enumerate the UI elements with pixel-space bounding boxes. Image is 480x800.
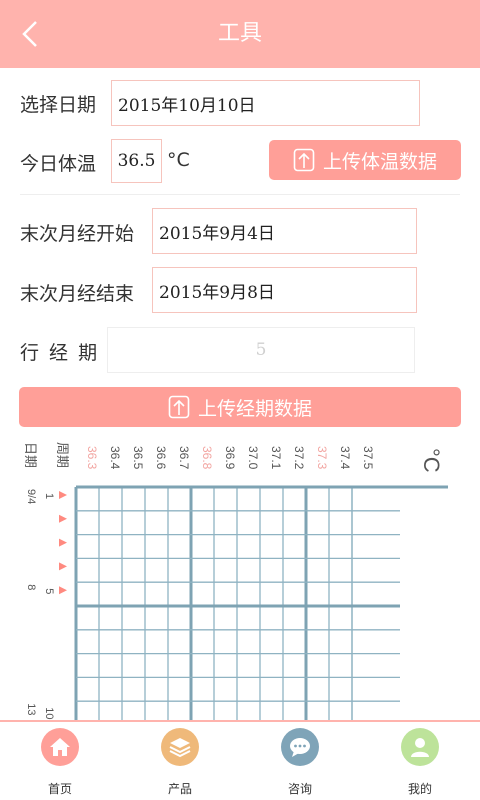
cycle-day-label: 5 (43, 588, 55, 594)
date-label: 9/4 (25, 489, 37, 504)
temp-tick-label: 36.7 (177, 446, 191, 470)
temp-tick-label: 36.8 (200, 446, 214, 470)
period-length-label: 行 经 期 (20, 342, 100, 364)
tab-consult[interactable]: 咨询 (240, 728, 360, 800)
period-marker (59, 538, 67, 547)
period-marker (59, 491, 67, 499)
period-marker (59, 562, 67, 571)
tab-home-label: 首页 (47, 782, 72, 796)
tab-mine[interactable]: 我的 (360, 728, 480, 800)
temp-tick-label: 36.4 (108, 446, 122, 470)
date-label: 选择日期 (20, 94, 97, 116)
upload-icon (293, 148, 315, 172)
temp-tick-label: 36.6 (154, 446, 168, 470)
tab-consult-label: 咨询 (287, 782, 312, 796)
temp-tick-label: 37.0 (246, 446, 260, 470)
tab-products-label: 产品 (167, 782, 192, 796)
period-marker (59, 586, 67, 595)
temp-label: 今日体温 (20, 153, 97, 175)
temp-tick-label: 37.1 (269, 446, 283, 470)
cycle-header: 周期 (54, 442, 69, 468)
temp-value: 36.5 (117, 151, 156, 171)
user-icon (401, 728, 439, 766)
date-value: 2015年10月10日 (118, 95, 256, 116)
period-start-value: 2015年9月4日 (159, 223, 275, 244)
chat-icon (281, 728, 319, 766)
period-length-value: 5 (255, 340, 267, 360)
tab-mine-label: 我的 (407, 782, 432, 796)
upload-temp-label: 上传体温数据 (322, 150, 437, 173)
tab-home[interactable]: 首页 (0, 728, 120, 800)
home-icon (41, 728, 79, 766)
date-header: 日期 (22, 442, 37, 468)
upload-icon (168, 395, 190, 419)
period-end-label: 末次月经结束 (20, 283, 135, 305)
temperature-chart-svg: 36.3 36.4 36.5 36.6 36.7 36.8 36.9 37.0 37.1 37.2… (22, 442, 448, 722)
temp-tick-label: 36.5 (131, 446, 145, 470)
period-end-field[interactable]: 2015年9月8日 (152, 267, 417, 313)
temperature-chart: 36.3 36.4 36.5 36.6 36.7 36.8 36.9 37.0 37.1 37.2… (0, 432, 480, 722)
temp-tick-label: 36.9 (223, 446, 237, 470)
temp-unit: °C (167, 149, 190, 171)
date-label: 8 (25, 584, 37, 590)
period-start-field[interactable]: 2015年9月4日 (152, 208, 417, 254)
period-start-label: 末次月经开始 (20, 223, 135, 245)
upload-period-button[interactable]: 上传经期数据 (19, 387, 461, 427)
divider (20, 194, 460, 195)
period-marker (59, 514, 67, 523)
period-end-value: 2015年9月8日 (159, 282, 275, 303)
temp-tick-label: 37.2 (292, 446, 306, 470)
upload-period-label: 上传经期数据 (197, 397, 312, 420)
cycle-day-label: 10 (43, 707, 55, 719)
temp-input[interactable]: 36.5 (111, 139, 162, 183)
page-title: 工具 (217, 21, 262, 46)
app-header: 工具 (0, 0, 480, 68)
temp-tick-label: 37.5 (361, 446, 375, 470)
date-label: 13 (25, 703, 37, 715)
layers-icon (161, 728, 199, 766)
tab-products[interactable]: 产品 (120, 728, 240, 800)
cycle-day-label: 1 (43, 493, 55, 499)
temp-tick-label: 37.4 (338, 446, 352, 470)
date-field[interactable]: 2015年10月10日 (111, 80, 420, 126)
tab-bar: 首页 产品 咨询 我的 (0, 720, 480, 800)
temp-unit-label: °C (419, 448, 444, 473)
upload-temp-button[interactable]: 上传体温数据 (269, 140, 461, 180)
temp-tick-label: 36.3 (85, 446, 99, 470)
period-length-field[interactable]: 5 (107, 327, 415, 373)
temp-tick-label: 37.3 (315, 446, 329, 470)
